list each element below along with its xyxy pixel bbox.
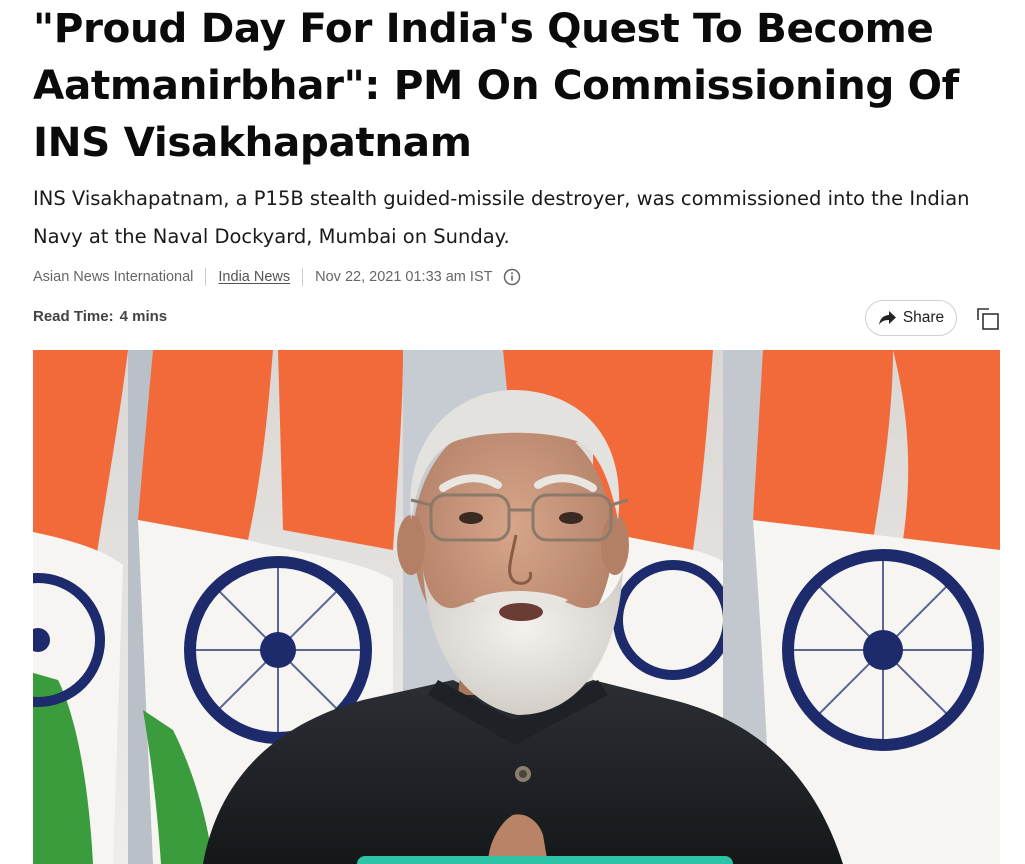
hero-image xyxy=(33,350,1000,864)
flag-left xyxy=(33,350,128,864)
bottom-floating-tab[interactable] xyxy=(357,856,733,864)
share-button[interactable]: Share xyxy=(865,300,957,336)
copy-icon xyxy=(977,308,999,330)
source-name: Asian News International xyxy=(33,269,194,285)
article-standfirst: INS Visakhapatnam, a P15B stealth guided… xyxy=(33,187,970,248)
read-time: Read Time: 4 mins xyxy=(33,308,167,325)
copy-link-button[interactable] xyxy=(975,306,1001,332)
read-time-label: Read Time: xyxy=(33,308,114,325)
meta-divider xyxy=(302,268,304,286)
meta-divider xyxy=(205,268,207,286)
article-meta: Asian News International India News Nov … xyxy=(33,266,521,288)
share-label: Share xyxy=(902,309,945,326)
publish-timestamp: Nov 22, 2021 01:33 am IST xyxy=(315,269,493,285)
read-time-value: 4 mins xyxy=(119,308,168,325)
category-link[interactable]: India News xyxy=(218,269,290,285)
share-arrow-icon xyxy=(878,311,896,325)
hero-photo-pm-speaking xyxy=(33,350,1000,864)
article-headline: "Proud Day For India's Quest To Become A… xyxy=(33,4,959,166)
info-icon[interactable] xyxy=(503,268,521,286)
